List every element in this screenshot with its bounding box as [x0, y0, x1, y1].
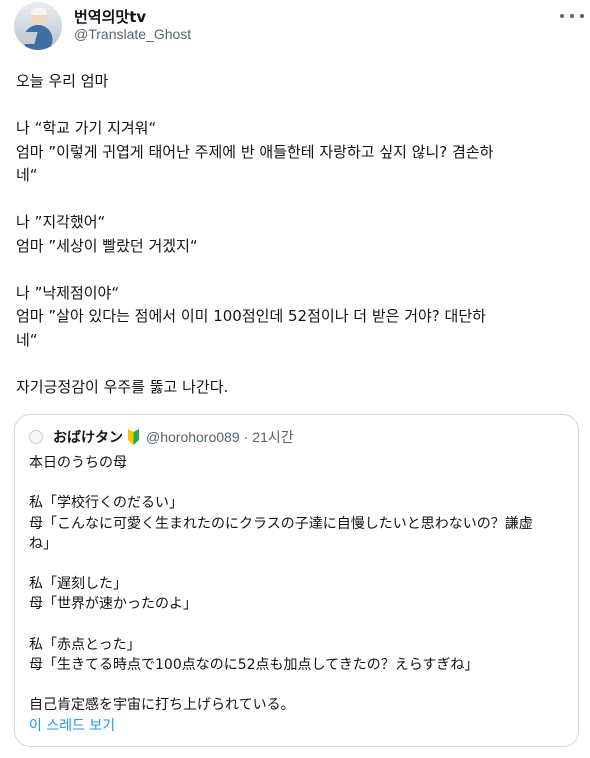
quoted-timestamp[interactable]: 21시간 — [252, 427, 293, 447]
text-line: 엄마 ”이렇게 귀엽게 태어난 주제에 반 애들한테 자랑하고 싶지 않니? 겸… — [16, 142, 494, 161]
tweet-header: 번역의맛tv @Translate_Ghost — [0, 0, 590, 60]
text-line: 엄마 ”살아 있다는 점에서 이미 100점인데 52점이나 더 받은 거야? … — [16, 307, 486, 325]
text-line: 本日のうちの母 — [29, 455, 127, 471]
quoted-author-handle[interactable]: @horohoro089 — [146, 429, 240, 445]
text-line: 母「こんなに可愛く生まれたのにクラスの子達に自慢したいと思わないの？謙虚 — [29, 515, 533, 532]
author-avatar[interactable] — [14, 2, 62, 50]
text-line: 母「生きてる時点で100点なのに52点も加点してきたの？えらすぎね」 — [29, 656, 479, 673]
text-line: ね」 — [29, 535, 57, 552]
quoted-author-name[interactable]: おばけタン — [53, 427, 123, 447]
text-line: 私「学校行くのだるい」 — [29, 495, 183, 512]
text-line: 네“ — [16, 166, 38, 184]
beginner-mark-icon — [128, 429, 139, 445]
text-line: 나 ”지각했어“ — [16, 213, 106, 231]
text-line: 나 ”낙제점이야“ — [16, 283, 120, 302]
text-line: 母「世界が速かったのよ」 — [29, 596, 197, 613]
tweet-text: 오늘 우리 엄마나 “학교 가기 지겨워“ 엄마 ”이렇게 귀엽게 태어난 주제에… — [16, 70, 580, 399]
show-thread-link[interactable]: 이 스레드 보기 — [29, 715, 115, 735]
text-line: 나 “학교 가기 지겨워“ — [16, 119, 157, 137]
quoted-tweet[interactable]: おばけタン @horohoro089 · 21시간 本日のうちの母私「学校行くの… — [14, 414, 579, 747]
meta-separator: · — [243, 429, 249, 445]
more-icon[interactable] — [560, 6, 584, 26]
text-line: 네“ — [16, 330, 38, 349]
author-handle[interactable]: @Translate_Ghost — [74, 26, 191, 42]
quoted-author-avatar[interactable] — [29, 430, 43, 444]
text-line: 자기긍정감이 우주를 뚫고 나간다. — [16, 377, 229, 396]
text-line: 엄마 ”세상이 빨랐던 거겠지“ — [16, 236, 198, 255]
text-line: 오늘 우리 엄마 — [16, 72, 109, 90]
text-line: 自己肯定感を宇宙に打ち上げられている。 — [29, 697, 295, 714]
text-line: 私「赤点とった」 — [29, 636, 141, 653]
text-line: 私「遅刻した」 — [29, 576, 127, 593]
quoted-tweet-text: 本日のうちの母私「学校行くのだるい」母「こんなに可愛く生まれたのにクラスの子達に… — [29, 453, 569, 716]
author-name[interactable]: 번역의맛tv — [74, 6, 146, 27]
quoted-tweet-header: おばけタン @horohoro089 · 21시간 — [29, 427, 294, 447]
